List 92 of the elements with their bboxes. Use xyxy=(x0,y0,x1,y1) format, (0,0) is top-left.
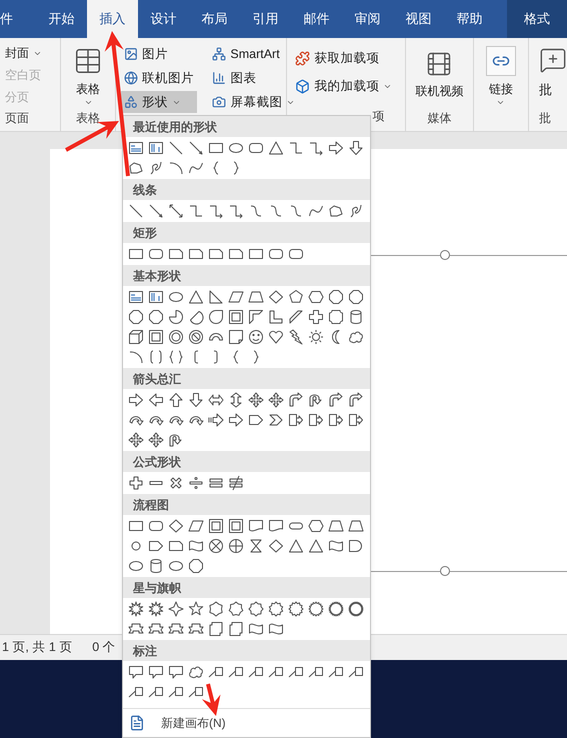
cross-icon[interactable] xyxy=(306,307,326,327)
ribbon-button[interactable]: 联机图片 xyxy=(120,67,198,89)
frame-icon[interactable] xyxy=(226,516,246,536)
annotation-arrow xyxy=(202,684,220,716)
ribbon-tab[interactable]: 帮助 xyxy=(444,0,495,38)
ribbon-tab[interactable]: 件 xyxy=(0,0,24,38)
explosion-icon[interactable] xyxy=(146,599,166,619)
frame-icon[interactable] xyxy=(226,307,246,327)
menu-item[interactable]: 新建画布(N) xyxy=(123,710,226,736)
canvas-icon xyxy=(129,715,145,731)
camera-icon xyxy=(212,95,226,109)
globe-icon xyxy=(124,71,138,85)
star-icon[interactable] xyxy=(286,599,306,619)
section-header: 流程图 xyxy=(123,494,370,515)
donut-icon[interactable] xyxy=(166,327,186,347)
quad-arrow-icon[interactable] xyxy=(266,390,286,410)
ribbon-button[interactable]: 图片 xyxy=(120,43,198,65)
ribbon-tab[interactable]: 格式 xyxy=(507,0,567,38)
quad-arrow-icon[interactable] xyxy=(246,390,266,410)
star-icon[interactable] xyxy=(226,599,246,619)
section-header: 最近使用的形状 xyxy=(123,116,370,137)
ribbon-tab[interactable]: 设计 xyxy=(138,0,189,38)
folded-corner-icon[interactable] xyxy=(226,327,246,347)
online-video-button[interactable]: 联机视频 xyxy=(415,42,464,100)
ribbon-tab[interactable]: 插入 xyxy=(87,0,138,38)
ribbon-button[interactable]: 图表 xyxy=(209,67,286,89)
teardrop-icon[interactable] xyxy=(206,307,226,327)
caret-icon xyxy=(84,98,93,107)
octagon-icon[interactable] xyxy=(346,287,366,307)
box-icon xyxy=(295,78,310,94)
group-label: 表格 xyxy=(76,110,100,127)
ribbon-button[interactable]: 获取加载项 xyxy=(295,44,406,72)
section-header: 公式形状 xyxy=(123,451,370,472)
ribbon-tab[interactable]: 审阅 xyxy=(342,0,393,38)
group-label: 批 xyxy=(538,110,552,127)
puzzle-icon xyxy=(295,50,310,66)
star-icon[interactable] xyxy=(326,599,346,619)
group-label: 媒体 xyxy=(427,110,452,127)
smiley-icon[interactable] xyxy=(246,327,266,347)
star-icon[interactable] xyxy=(306,599,326,619)
ribbon-tab[interactable]: 邮件 xyxy=(291,0,342,38)
frame-icon[interactable] xyxy=(146,327,166,347)
ribbon-tab[interactable]: 开始 xyxy=(36,0,87,38)
status-text: 1 页, 共 1 页 xyxy=(2,639,72,656)
comment-icon xyxy=(538,46,567,74)
ribbon-button[interactable]: 形状 xyxy=(120,91,198,113)
section-header: 标注 xyxy=(123,640,370,661)
table-button[interactable]: 表格 xyxy=(73,42,104,107)
star-icon[interactable] xyxy=(166,599,186,619)
star-icon[interactable] xyxy=(346,599,366,619)
bar-chart-icon xyxy=(212,71,226,85)
pie-icon[interactable] xyxy=(166,307,186,327)
or-junction-icon[interactable] xyxy=(226,536,246,556)
ribbon-button[interactable]: 屏幕截图 xyxy=(209,91,286,113)
frame-icon[interactable] xyxy=(206,516,226,536)
octagon-icon[interactable] xyxy=(146,307,166,327)
caret-icon xyxy=(496,98,506,107)
ribbon-button[interactable]: 封面 xyxy=(0,42,60,64)
section-header: 星与旗帜 xyxy=(123,577,370,598)
half-frame-icon[interactable] xyxy=(246,307,266,327)
ribbon-tab[interactable]: 视图 xyxy=(393,0,444,38)
section-header: 基本形状 xyxy=(123,265,370,286)
octagon-icon[interactable] xyxy=(126,307,146,327)
ribbon-tab[interactable]: 布局 xyxy=(189,0,240,38)
diagram-icon xyxy=(212,47,226,61)
comment-button[interactable]: 批 xyxy=(538,42,567,100)
shapes-icon xyxy=(124,95,138,109)
group-label: 项 xyxy=(371,108,386,125)
resize-handle[interactable] xyxy=(440,566,450,576)
quad-arrow-icon[interactable] xyxy=(146,430,166,450)
section-header: 矩形 xyxy=(123,222,370,243)
ribbon-tab[interactable]: 引用 xyxy=(240,0,291,38)
no-symbol-icon[interactable] xyxy=(186,327,206,347)
explosion-icon[interactable] xyxy=(126,599,146,619)
cube-icon[interactable] xyxy=(126,327,146,347)
plaque-icon[interactable] xyxy=(326,307,346,327)
status-text: 0 个 xyxy=(92,639,116,656)
octagon-icon[interactable] xyxy=(186,556,206,576)
star-icon[interactable] xyxy=(246,599,266,619)
ribbon-button[interactable]: SmartArt xyxy=(209,43,286,65)
ribbon-button[interactable]: 我的加载项 xyxy=(295,72,406,100)
group-label: 页面 xyxy=(4,110,30,127)
resize-handle[interactable] xyxy=(440,250,450,260)
link-button[interactable]: 链接 xyxy=(486,42,516,107)
quad-arrow-icon[interactable] xyxy=(126,430,146,450)
section-header: 箭头总汇 xyxy=(123,368,370,389)
summing-junction-icon[interactable] xyxy=(206,536,226,556)
star-icon[interactable] xyxy=(266,599,286,619)
section-header: 线条 xyxy=(123,179,370,200)
image-icon xyxy=(124,47,138,61)
octagon-icon[interactable] xyxy=(326,287,346,307)
sun-icon[interactable] xyxy=(306,327,326,347)
